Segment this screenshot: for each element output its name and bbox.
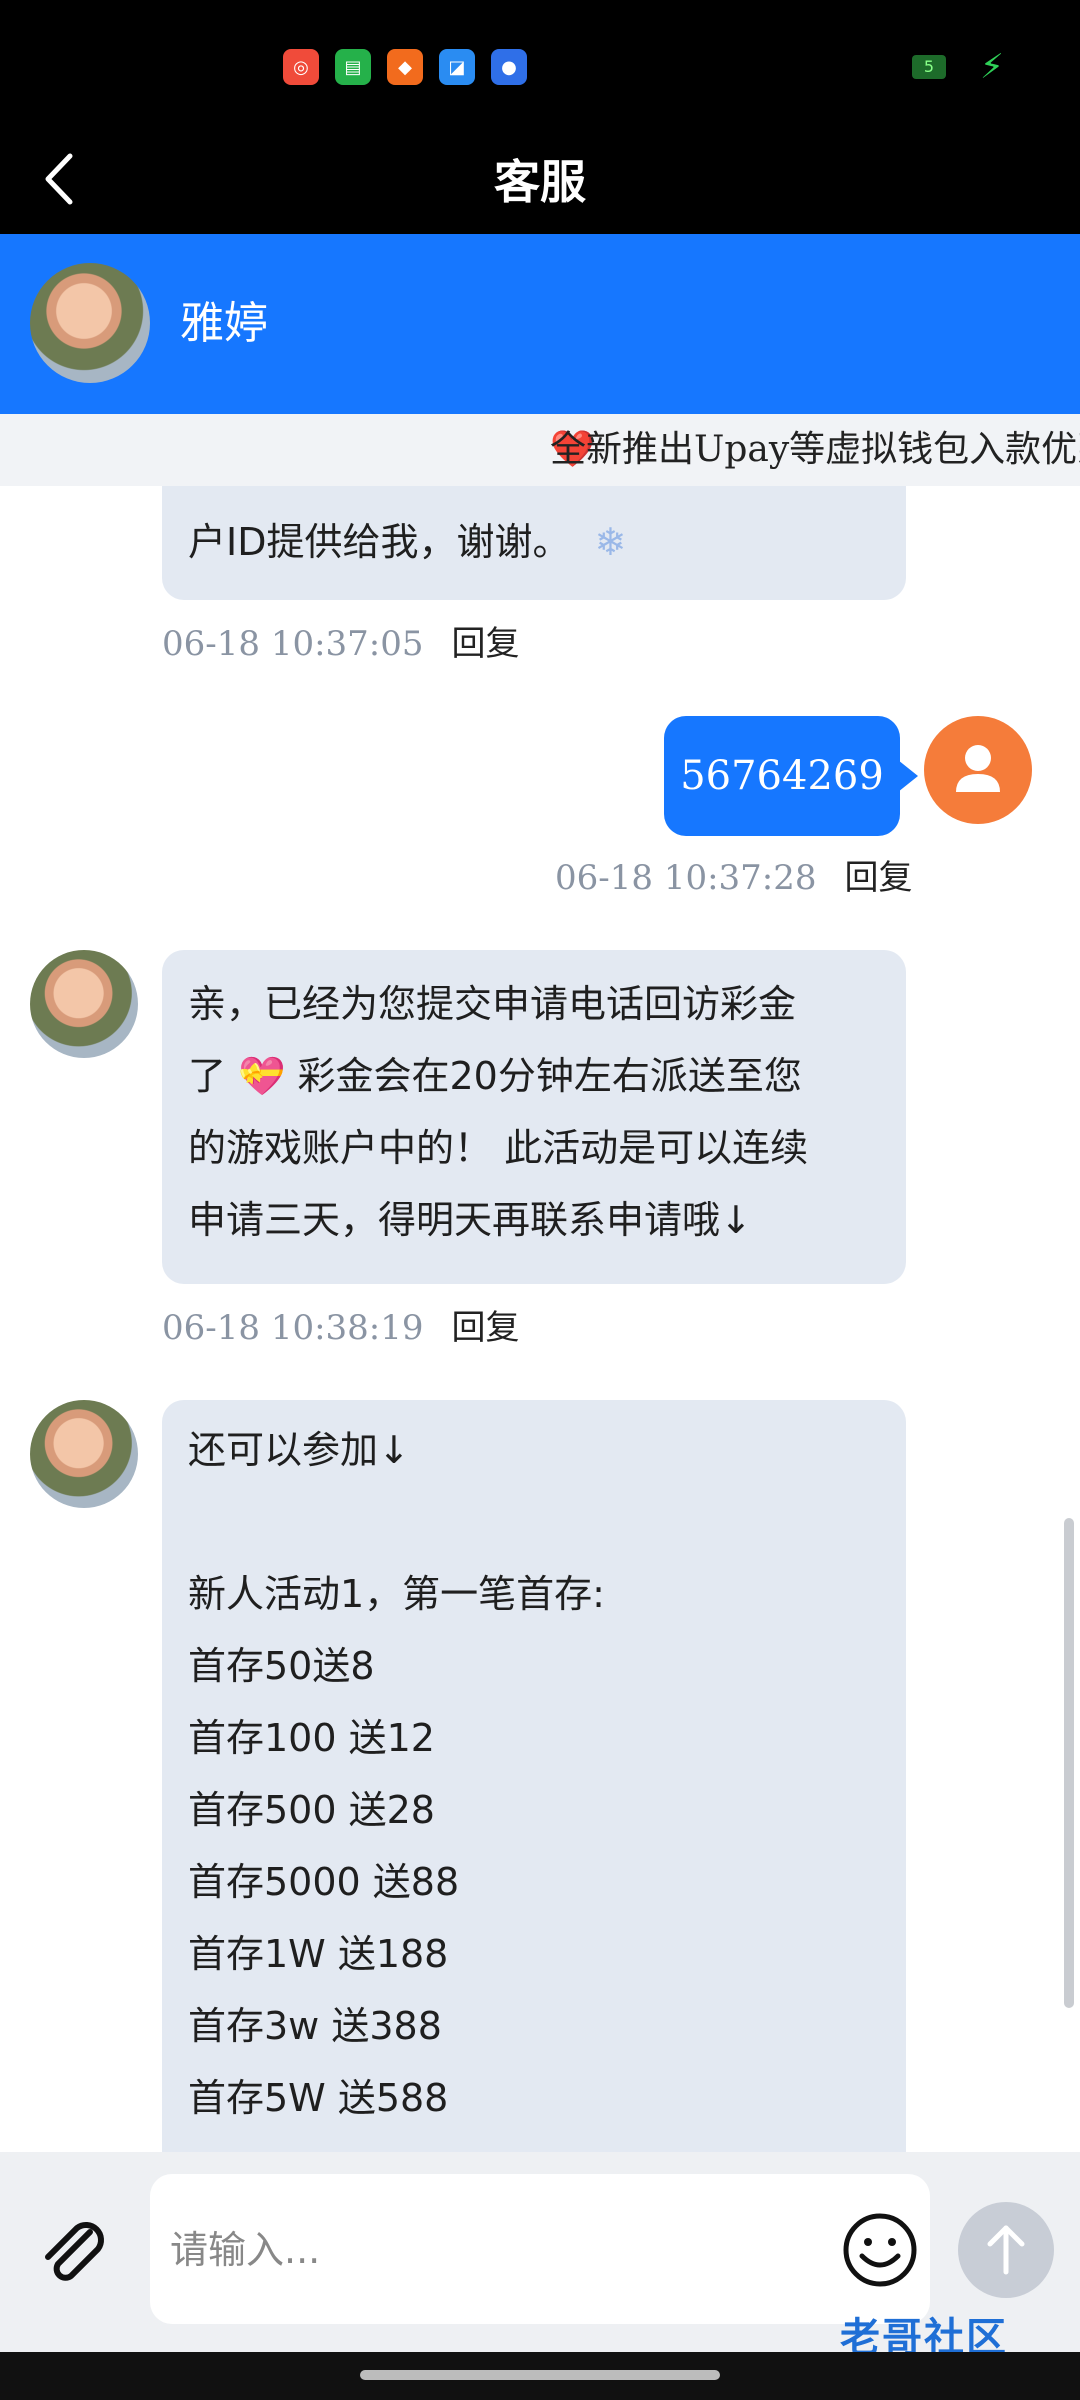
system-nav-bar [0,2352,1080,2400]
agent-name: 雅婷 [180,298,268,349]
header: 客服 [0,130,1080,234]
message-bubble-agent: 亲，已经为您提交申请电话回访彩金 了 💝 彩金会在20分钟左右派送至您 的游戏账… [162,950,906,1284]
message-line: 首存5W 送588 [188,2076,449,2120]
message-line: 首存50送8 [188,1644,375,1688]
back-icon[interactable] [36,144,96,214]
announcement-text: 全新推出Upay等虚拟钱包入款优惠，笔笔加 [550,429,1080,470]
reply-button[interactable]: 回复 [452,624,520,664]
agent-avatar[interactable] [30,263,150,383]
message-line: 的游戏账户中的！ 此活动是可以连续 [188,1126,809,1170]
status-bar: ◎ ▤ ◆ ◪ ● 5 ⚡ [0,0,1080,130]
message-line: 首存100 送12 [188,1716,435,1760]
reply-button[interactable]: 回复 [845,858,913,898]
message-meta: 06-18 10:37:05 回复 [162,616,520,665]
user-avatar [924,716,1032,824]
message-meta: 06-18 10:38:19 回复 [162,1300,520,1349]
charging-icon: ⚡ [980,47,1004,87]
agent-avatar [30,1400,138,1508]
message-line: 首存3w 送388 [188,2004,442,2048]
message-time: 06-18 10:37:28 [555,858,817,898]
home-gesture-bar[interactable] [360,2370,720,2380]
message-line: 首存5000 送88 [188,1860,460,1904]
chat-area[interactable]: 户ID提供给我，谢谢。 ❄ 06-18 10:37:05 回复 56764269 … [0,486,1080,2152]
message-meta: 06-18 10:37:28 回复 [555,850,913,899]
message-text: 56764269 [680,753,884,799]
chat-scrollbar[interactable] [1064,1518,1074,2008]
page-title: 客服 [494,155,586,209]
announcement-marquee[interactable]: ❤️全新推出Upay等虚拟钱包入款优惠，笔笔加 [0,414,1080,486]
agent-header: 雅婷 [0,234,1080,414]
message-line: 亲，已经为您提交申请电话回访彩金 [188,982,797,1026]
app-notification-icon: ◆ [387,49,423,85]
user-icon [956,745,1000,792]
message-bubble-user: 56764269 [664,716,918,836]
message-notification-icon: ▤ [335,49,371,85]
reply-button[interactable]: 回复 [452,1308,520,1348]
message-input[interactable] [168,2214,772,2286]
message-time: 06-18 10:37:05 [162,624,424,664]
message-line: 新人活动1，第一笔首存: [188,1572,605,1616]
message-line: 还可以参加↓ [188,1428,410,1472]
baidu-notification-icon: ● [491,49,527,85]
message-text: 户ID提供给我，谢谢。 [188,520,571,564]
message-input-box[interactable] [150,2174,930,2324]
agent-avatar [30,950,138,1058]
message-bubble-agent: 户ID提供给我，谢谢。 ❄ [162,486,906,600]
send-button[interactable] [958,2202,1054,2298]
browser-notification-icon: ◪ [439,49,475,85]
app-notification-icon: ◎ [283,49,319,85]
message-line: 首存1W 送188 [188,1932,449,1976]
paperclip-icon[interactable] [32,2210,112,2290]
snowflake-emoji-icon: ❄ [594,520,627,564]
smiley-icon[interactable] [840,2210,920,2290]
message-line: 了 💝 彩金会在20分钟左右派送至您 [188,1054,802,1098]
message-line: 申请三天，得明天再联系申请哦↓ [188,1198,752,1242]
battery-icon: 5 [912,55,946,79]
message-line: 首存500 送28 [188,1788,435,1832]
message-bubble-agent: 还可以参加↓ 新人活动1，第一笔首存: 首存50送8 首存100 送12 首存5… [162,1400,906,2152]
notification-icons: ◎ ▤ ◆ ◪ ● [283,49,527,85]
message-time: 06-18 10:38:19 [162,1308,424,1348]
message-line-blank [188,1486,880,1558]
arrow-up-icon [987,2225,1025,2275]
